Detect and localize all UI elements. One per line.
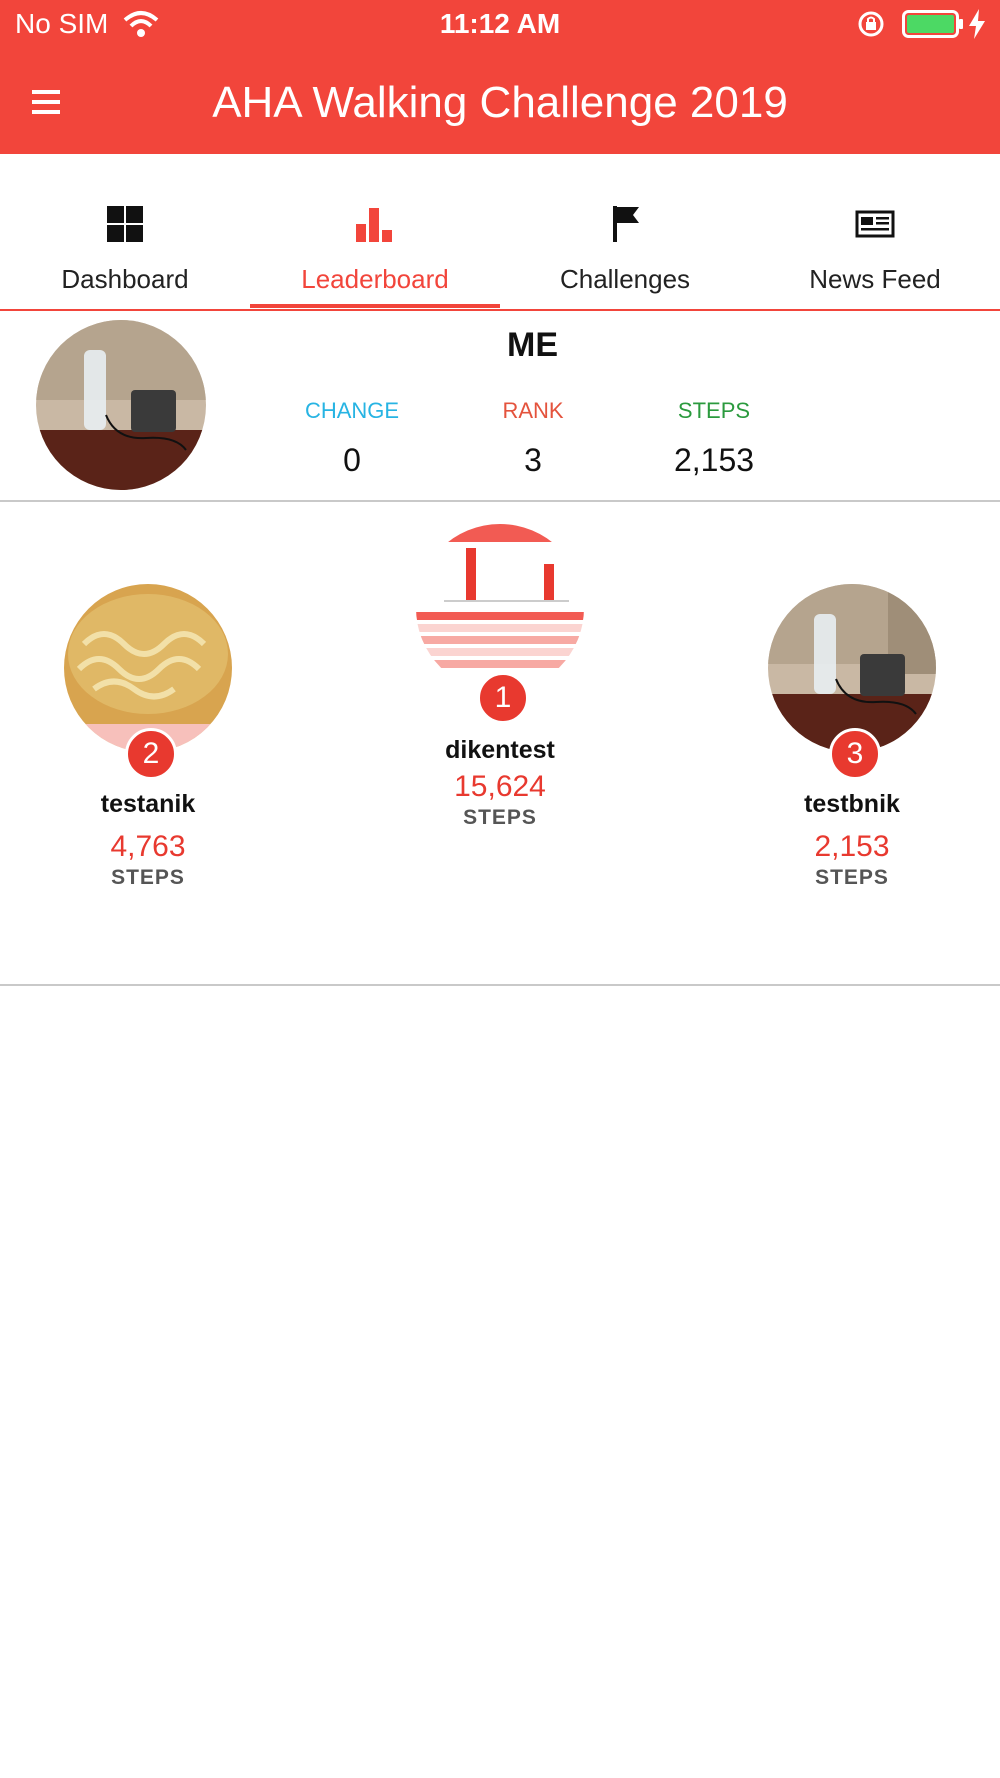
my-stats-section: ME CHANGE 0 RANK 3 STEPS 2,153 bbox=[0, 310, 1000, 502]
change-stat: CHANGE 0 bbox=[262, 398, 442, 479]
my-stats-title: ME bbox=[507, 326, 558, 364]
flag-icon bbox=[613, 206, 639, 242]
leader-name: testanik bbox=[100, 790, 196, 818]
leader-name: testbnik bbox=[804, 790, 900, 818]
leaderboard-podium: 1 dikentest 15,624 STEPS 2 testanik 4,76… bbox=[0, 502, 1000, 986]
rotation-lock-icon bbox=[857, 10, 885, 43]
tab-dashboard[interactable]: Dashboard bbox=[0, 154, 250, 309]
grid-icon bbox=[107, 206, 143, 242]
rank-badge: 2 bbox=[125, 728, 177, 780]
leader-steps: 15,624 bbox=[454, 770, 546, 803]
tab-label: Leaderboard bbox=[301, 264, 449, 294]
avatar bbox=[64, 584, 232, 752]
battery-icon bbox=[902, 10, 964, 43]
bar-chart-icon bbox=[356, 208, 392, 242]
hamburger-icon bbox=[32, 90, 60, 114]
leader-steps: 2,153 bbox=[814, 830, 890, 863]
newspaper-icon bbox=[855, 210, 895, 238]
status-bar: No SIM 11:12 AM bbox=[0, 0, 1000, 50]
avatar bbox=[768, 584, 936, 752]
leaderboard-entry-rank-3-steps: 2,153 STEPS bbox=[732, 824, 972, 904]
tab-label: Challenges bbox=[559, 264, 691, 294]
tab-bar: Dashboard Leaderboard Challenges News Fe… bbox=[0, 154, 1000, 311]
rank-label: RANK bbox=[502, 398, 564, 423]
charging-bolt-icon bbox=[968, 9, 986, 44]
change-value: 0 bbox=[343, 442, 361, 478]
active-tab-indicator bbox=[250, 304, 500, 308]
leaderboard-entry-rank-1[interactable]: 1 dikentest bbox=[380, 524, 620, 764]
tab-news-feed[interactable]: News Feed bbox=[750, 154, 1000, 309]
rank-value: 3 bbox=[524, 442, 542, 478]
leaderboard-entry-rank-2[interactable]: 2 testanik bbox=[28, 584, 268, 824]
steps-label: STEPS bbox=[677, 398, 751, 423]
status-time: 11:12 AM bbox=[439, 8, 561, 39]
leaderboard-entry-rank-3[interactable]: 3 testbnik bbox=[732, 584, 972, 824]
avatar bbox=[416, 524, 584, 692]
leaderboard-entry-rank-1-steps: 15,624 STEPS bbox=[380, 764, 620, 844]
leader-steps: 4,763 bbox=[110, 830, 186, 863]
change-label: CHANGE bbox=[304, 398, 400, 423]
avatar[interactable] bbox=[36, 320, 206, 490]
steps-value: 2,153 bbox=[673, 442, 755, 478]
rank-badge: 3 bbox=[829, 728, 881, 780]
app-title: AHA Walking Challenge 2019 bbox=[212, 78, 788, 127]
leader-steps-label: STEPS bbox=[815, 866, 889, 889]
hamburger-menu-button[interactable] bbox=[30, 82, 66, 122]
app-header: No SIM 11:12 AM AHA Walking Challenge 20… bbox=[0, 0, 1000, 154]
rank-badge: 1 bbox=[477, 672, 529, 724]
tab-label: News Feed bbox=[809, 264, 941, 294]
leader-steps-label: STEPS bbox=[111, 866, 185, 889]
steps-stat: STEPS 2,153 bbox=[624, 398, 804, 479]
leader-name: dikentest bbox=[445, 736, 555, 764]
tab-leaderboard[interactable]: Leaderboard bbox=[250, 154, 500, 309]
leader-steps-label: STEPS bbox=[463, 806, 537, 829]
tab-challenges[interactable]: Challenges bbox=[500, 154, 750, 309]
tab-label: Dashboard bbox=[61, 264, 189, 294]
rank-stat: RANK 3 bbox=[443, 398, 623, 479]
leaderboard-entry-rank-2-steps: 4,763 STEPS bbox=[28, 824, 268, 904]
